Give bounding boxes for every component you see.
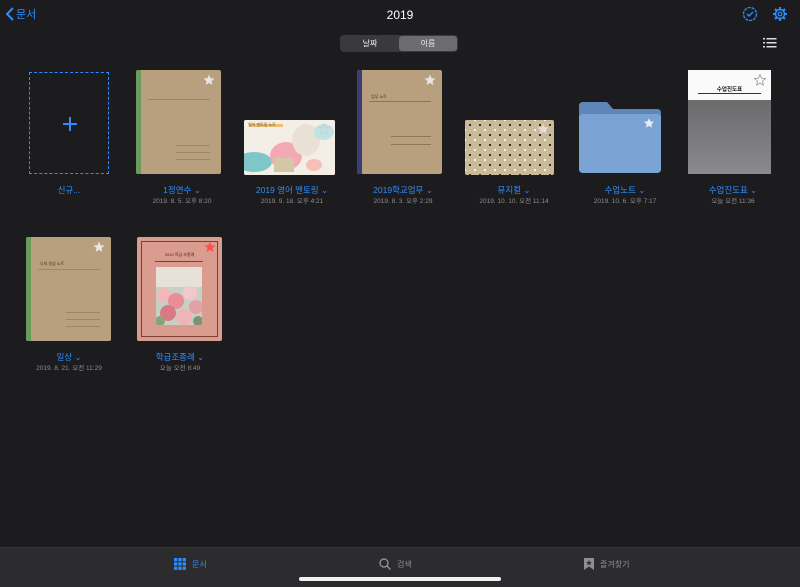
document-thumbnail[interactable]: 2019 학급 조종례 xyxy=(137,237,222,341)
star-icon[interactable] xyxy=(754,74,766,86)
home-indicator[interactable] xyxy=(299,577,501,581)
list-view-icon[interactable] xyxy=(763,37,777,49)
navigation-bar: 문서 2019 xyxy=(0,0,800,30)
tab-documents[interactable]: 문서 xyxy=(174,558,207,570)
new-document-button[interactable] xyxy=(29,72,109,174)
document-date: 오늘 오전 11:36 xyxy=(711,198,755,205)
tab-favorites-label: 즐겨찾기 xyxy=(600,559,630,569)
cover-photo xyxy=(156,267,202,325)
document-date: 오늘 오전 8:49 xyxy=(159,365,201,372)
tab-documents-label: 문서 xyxy=(192,559,207,569)
tab-search-label: 검색 xyxy=(397,559,412,569)
document-thumbnail[interactable]: 나의 일상 노트 xyxy=(26,237,111,341)
star-icon[interactable] xyxy=(204,241,216,253)
sort-by-name[interactable]: 이름 xyxy=(399,36,457,51)
grid-icon xyxy=(174,558,186,570)
cover-title: 영어 멘토링 노트 xyxy=(248,122,276,127)
star-icon[interactable] xyxy=(203,74,215,86)
page-title: 2019 xyxy=(386,8,414,22)
document-thumbnail[interactable]: 영어 멘토링 노트 xyxy=(244,120,335,175)
document-thumbnail[interactable] xyxy=(465,120,554,175)
sort-by-date[interactable]: 날짜 xyxy=(341,36,399,51)
sort-segmented-control: 날짜 이름 xyxy=(340,35,458,52)
document-thumbnail[interactable]: 수업진도표 xyxy=(688,70,771,174)
select-check-icon[interactable] xyxy=(742,6,758,22)
document-thumbnail[interactable] xyxy=(136,70,221,174)
cover-title: 업무 노트 xyxy=(371,94,387,99)
star-icon[interactable] xyxy=(93,241,105,253)
tab-bar: 문서 검색 즐겨찾기 xyxy=(0,547,800,587)
new-document-label[interactable]: 신규... xyxy=(4,184,134,196)
tab-favorites[interactable]: 즐겨찾기 xyxy=(584,558,629,570)
gear-icon[interactable] xyxy=(772,6,788,22)
star-icon[interactable] xyxy=(424,74,436,86)
star-icon[interactable] xyxy=(537,123,549,135)
bookmark-icon xyxy=(584,558,594,570)
document-thumbnail[interactable]: 업무 노트 xyxy=(357,70,442,174)
cover-title: 수업진도표 xyxy=(716,87,743,93)
plus-icon xyxy=(63,117,77,131)
folder-icon[interactable] xyxy=(579,102,661,173)
search-icon xyxy=(379,558,391,570)
star-icon[interactable] xyxy=(318,123,330,135)
cover-title: 나의 일상 노트 xyxy=(40,261,65,266)
tab-search[interactable]: 검색 xyxy=(379,558,412,570)
